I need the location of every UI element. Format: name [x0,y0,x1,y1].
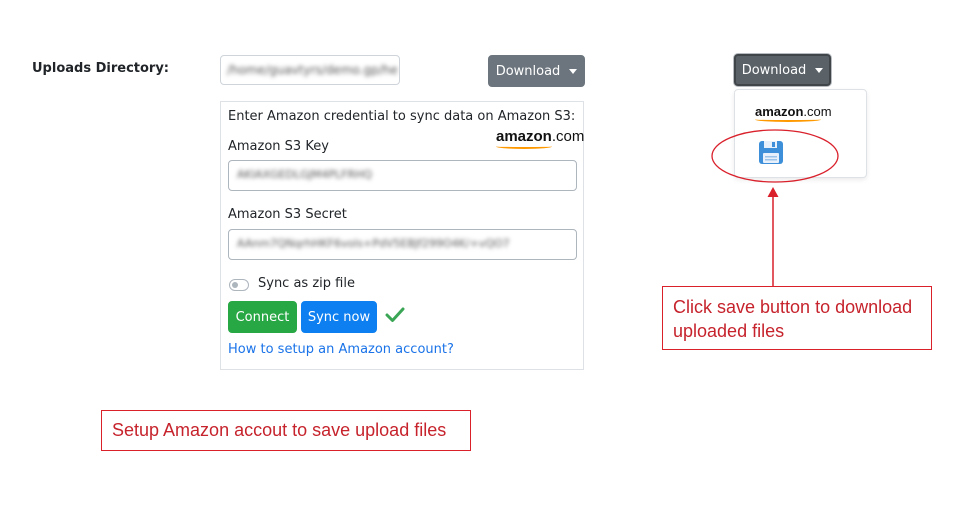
amazon-logo-tld: .com [551,128,585,145]
s3-key-input[interactable]: AKIAXGEDLGJM4PLFRHQ [228,160,577,191]
uploads-path-value: /home/guavtyrs/demo.gp/he [227,63,398,77]
s3-secret-label: Amazon S3 Secret [228,207,347,222]
save-hint-callout: Click save button to download uploaded f… [662,286,932,350]
amazon-logo: amazon.com [496,128,584,149]
caret-down-icon [569,68,578,74]
s3-key-label: Amazon S3 Key [228,139,329,154]
amazon-logo-word: amazon [496,128,552,145]
s3-secret-input[interactable]: AAnm7QNqrhHKF6vols+PdV5EBJf299O4K/+vQO7 [228,229,577,260]
check-icon [385,307,405,322]
sync-zip-label: Sync as zip file [258,276,355,291]
amazon-setup-help-link[interactable]: How to setup an Amazon account? [228,342,454,357]
caret-down-icon [815,67,824,73]
sync-now-button[interactable]: Sync now [301,301,377,333]
s3-key-value: AKIAXGEDLGJM4PLFRHQ [237,168,373,181]
sync-zip-toggle[interactable] [229,279,249,291]
uploads-path-input[interactable]: /home/guavtyrs/demo.gp/he [220,55,400,85]
s3-intro-text: Enter Amazon credential to sync data on … [228,109,576,124]
dropdown-amazon-tld: .com [803,104,832,119]
download-button[interactable]: Download [488,55,585,87]
arrow-up-icon [767,187,779,286]
s3-secret-value: AAnm7QNqrhHKF6vols+PdV5EBJf299O4K/+vQO7 [237,237,510,250]
setup-hint-callout: Setup Amazon accout to save upload files [101,410,471,451]
connect-button[interactable]: Connect [228,301,297,333]
download-button-open-label: Download [741,62,807,78]
download-button-label: Download [495,63,561,79]
uploads-directory-label: Uploads Directory: [32,61,170,76]
dropdown-amazon-option[interactable]: amazon.com [755,104,832,122]
dropdown-amazon-word: amazon [755,104,804,119]
download-button-open[interactable]: Download [734,54,831,86]
highlight-ellipse [711,129,839,183]
